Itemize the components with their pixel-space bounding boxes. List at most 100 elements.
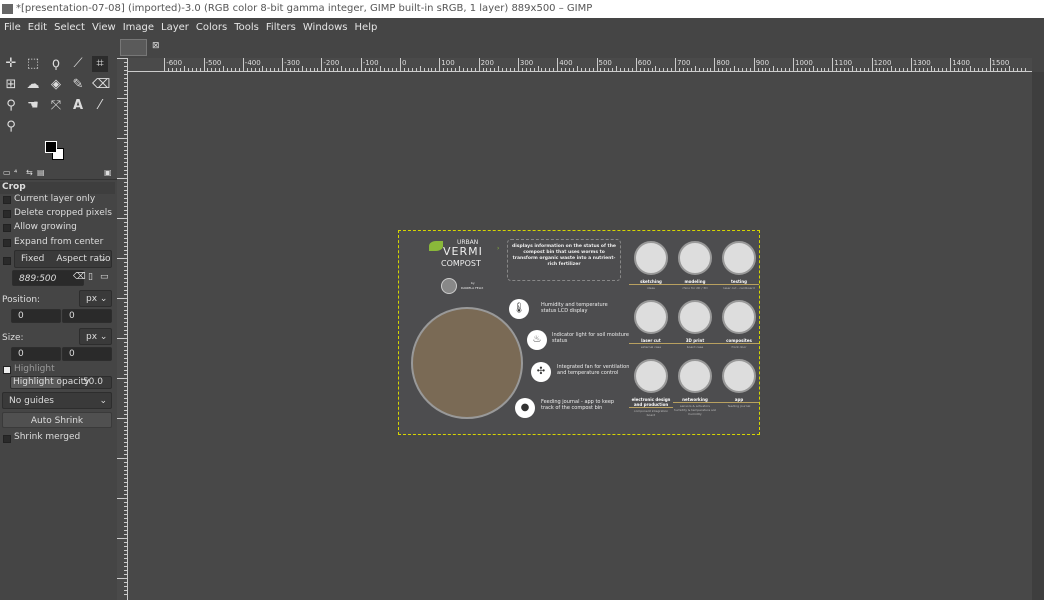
ruler-label: -300 <box>284 59 300 67</box>
ruler-minor-tick <box>930 66 932 71</box>
ruler-minor-tick <box>855 68 857 71</box>
tool-options-tab-icon[interactable]: ▭ <box>3 168 11 177</box>
ruler-minor-tick <box>977 68 979 71</box>
ruler-minor-tick <box>356 68 358 71</box>
paths-icon[interactable]: ⤧ <box>48 98 64 114</box>
rect-select-icon[interactable]: ⬚ <box>25 56 41 72</box>
ruler-tick <box>400 58 401 71</box>
highlight-checkbox[interactable] <box>3 366 11 374</box>
aspect-ratio-dropdown[interactable]: Fixed Aspect ratio ⌄ <box>14 250 112 268</box>
images-tab-icon[interactable]: ▤ <box>37 168 45 177</box>
fuzzy-select-icon[interactable]: ⟋ <box>70 56 86 72</box>
ruler-tick <box>124 318 127 319</box>
unified-transform-icon[interactable]: ⊞ <box>3 77 19 93</box>
ruler-tick <box>124 386 127 387</box>
bucket-fill-icon[interactable]: ◈ <box>48 77 64 93</box>
guides-dropdown[interactable]: No guides ⌄ <box>2 392 112 409</box>
ruler-tick <box>124 198 127 199</box>
paintbrush-icon[interactable]: ✎ <box>70 77 86 93</box>
shrink-merged-checkbox[interactable] <box>3 435 11 443</box>
menu-colors[interactable]: Colors <box>196 22 227 33</box>
ruler-tick <box>124 514 127 515</box>
ruler-tick <box>124 210 127 211</box>
clear-icon[interactable]: ⌫ <box>73 272 86 282</box>
size-unit-dropdown[interactable]: px ⌄ <box>79 328 112 345</box>
menu-select[interactable]: Select <box>54 22 85 33</box>
menu-help[interactable]: Help <box>355 22 378 33</box>
close-tab-icon[interactable]: ⊠ <box>152 41 160 51</box>
menu-image[interactable]: Image <box>123 22 154 33</box>
menu-layer[interactable]: Layer <box>161 22 189 33</box>
ruler-minor-tick <box>686 68 688 71</box>
ruler-minor-tick <box>396 68 398 71</box>
size-height-input[interactable]: 0 <box>62 347 112 361</box>
clone-icon[interactable]: ⚲ <box>3 98 19 114</box>
menu-file[interactable]: File <box>4 22 21 33</box>
menu-edit[interactable]: Edit <box>28 22 47 33</box>
undo-history-tab-icon[interactable]: ⇆ <box>26 168 33 177</box>
image-tab-thumbnail[interactable] <box>120 39 147 56</box>
step-subtitle: ideas <box>647 286 655 290</box>
ruler-label: 1300 <box>912 59 931 67</box>
ruler-minor-tick <box>352 68 354 71</box>
ruler-minor-tick <box>997 68 999 71</box>
ruler-minor-tick <box>403 68 405 71</box>
ruler-minor-tick <box>863 68 865 71</box>
ruler-minor-tick <box>942 68 944 71</box>
chevron-right-icon: › <box>497 245 500 252</box>
color-picker-icon[interactable]: ⁄ <box>92 98 108 114</box>
ruler-tick <box>124 474 127 475</box>
ruler-tick <box>124 70 127 71</box>
feature-text: Indicator light for soil moisture status <box>552 332 629 344</box>
zoom-icon[interactable]: ⚲ <box>3 119 19 135</box>
ruler-tick <box>753 58 755 71</box>
position-x-input[interactable]: 0 <box>11 309 61 323</box>
ruler-minor-tick <box>506 68 508 71</box>
vertical-scrollbar[interactable] <box>1032 72 1044 600</box>
ruler-tick <box>124 190 127 191</box>
ruler-tick <box>124 134 127 135</box>
ruler-tick <box>793 58 794 71</box>
thermometer-icon: 🌡 <box>509 299 529 319</box>
ruler-minor-tick <box>604 68 606 71</box>
delete-cropped-checkbox[interactable] <box>3 210 11 218</box>
highlight-opacity-slider[interactable]: Highlight opacity 50.0 <box>10 376 112 389</box>
ruler-minor-tick <box>631 68 633 71</box>
fixed-checkbox[interactable] <box>3 257 11 265</box>
ruler-tick <box>124 478 127 479</box>
size-width-input[interactable]: 0 <box>11 347 61 361</box>
text-icon[interactable]: A <box>70 98 86 114</box>
ruler-tick <box>117 258 127 259</box>
menu-view[interactable]: View <box>92 22 116 33</box>
position-y-input[interactable]: 0 <box>62 309 112 323</box>
eraser-icon[interactable]: ⌫ <box>92 77 110 93</box>
smudge-icon[interactable]: ☚ <box>25 98 41 114</box>
landscape-icon[interactable]: ▭ <box>100 272 109 282</box>
foreground-color-swatch[interactable] <box>45 141 57 153</box>
ruler-minor-tick <box>246 68 248 71</box>
ruler-tick <box>124 146 127 147</box>
ruler-minor-tick <box>329 68 331 71</box>
position-unit-dropdown[interactable]: px ⌄ <box>79 290 112 307</box>
move-icon[interactable]: ✛ <box>3 56 19 72</box>
expand-center-checkbox[interactable] <box>3 239 11 247</box>
allow-growing-checkbox[interactable] <box>3 224 11 232</box>
ruler-tick <box>124 370 127 371</box>
ruler-tick <box>124 406 127 407</box>
ruler-minor-tick <box>663 68 665 71</box>
ruler-minor-tick <box>435 68 437 71</box>
menu-tools[interactable]: Tools <box>234 22 259 33</box>
ruler-label: 400 <box>559 59 573 67</box>
warp-icon[interactable]: ☁ <box>25 77 41 93</box>
ruler-minor-tick <box>859 68 861 71</box>
menu-filters[interactable]: Filters <box>266 22 296 33</box>
current-layer-only-checkbox[interactable] <box>3 196 11 204</box>
configure-tab-icon[interactable]: ▣ <box>104 168 112 177</box>
device-status-tab-icon[interactable]: ⁴ <box>14 168 17 177</box>
menu-windows[interactable]: Windows <box>303 22 348 33</box>
auto-shrink-button[interactable]: Auto Shrink <box>2 412 112 428</box>
lasso-icon[interactable]: ϙ <box>48 56 64 72</box>
ruler-tick <box>117 338 127 339</box>
portrait-icon[interactable]: ▯ <box>88 272 93 282</box>
crop-icon[interactable]: ⌗ <box>92 56 108 72</box>
